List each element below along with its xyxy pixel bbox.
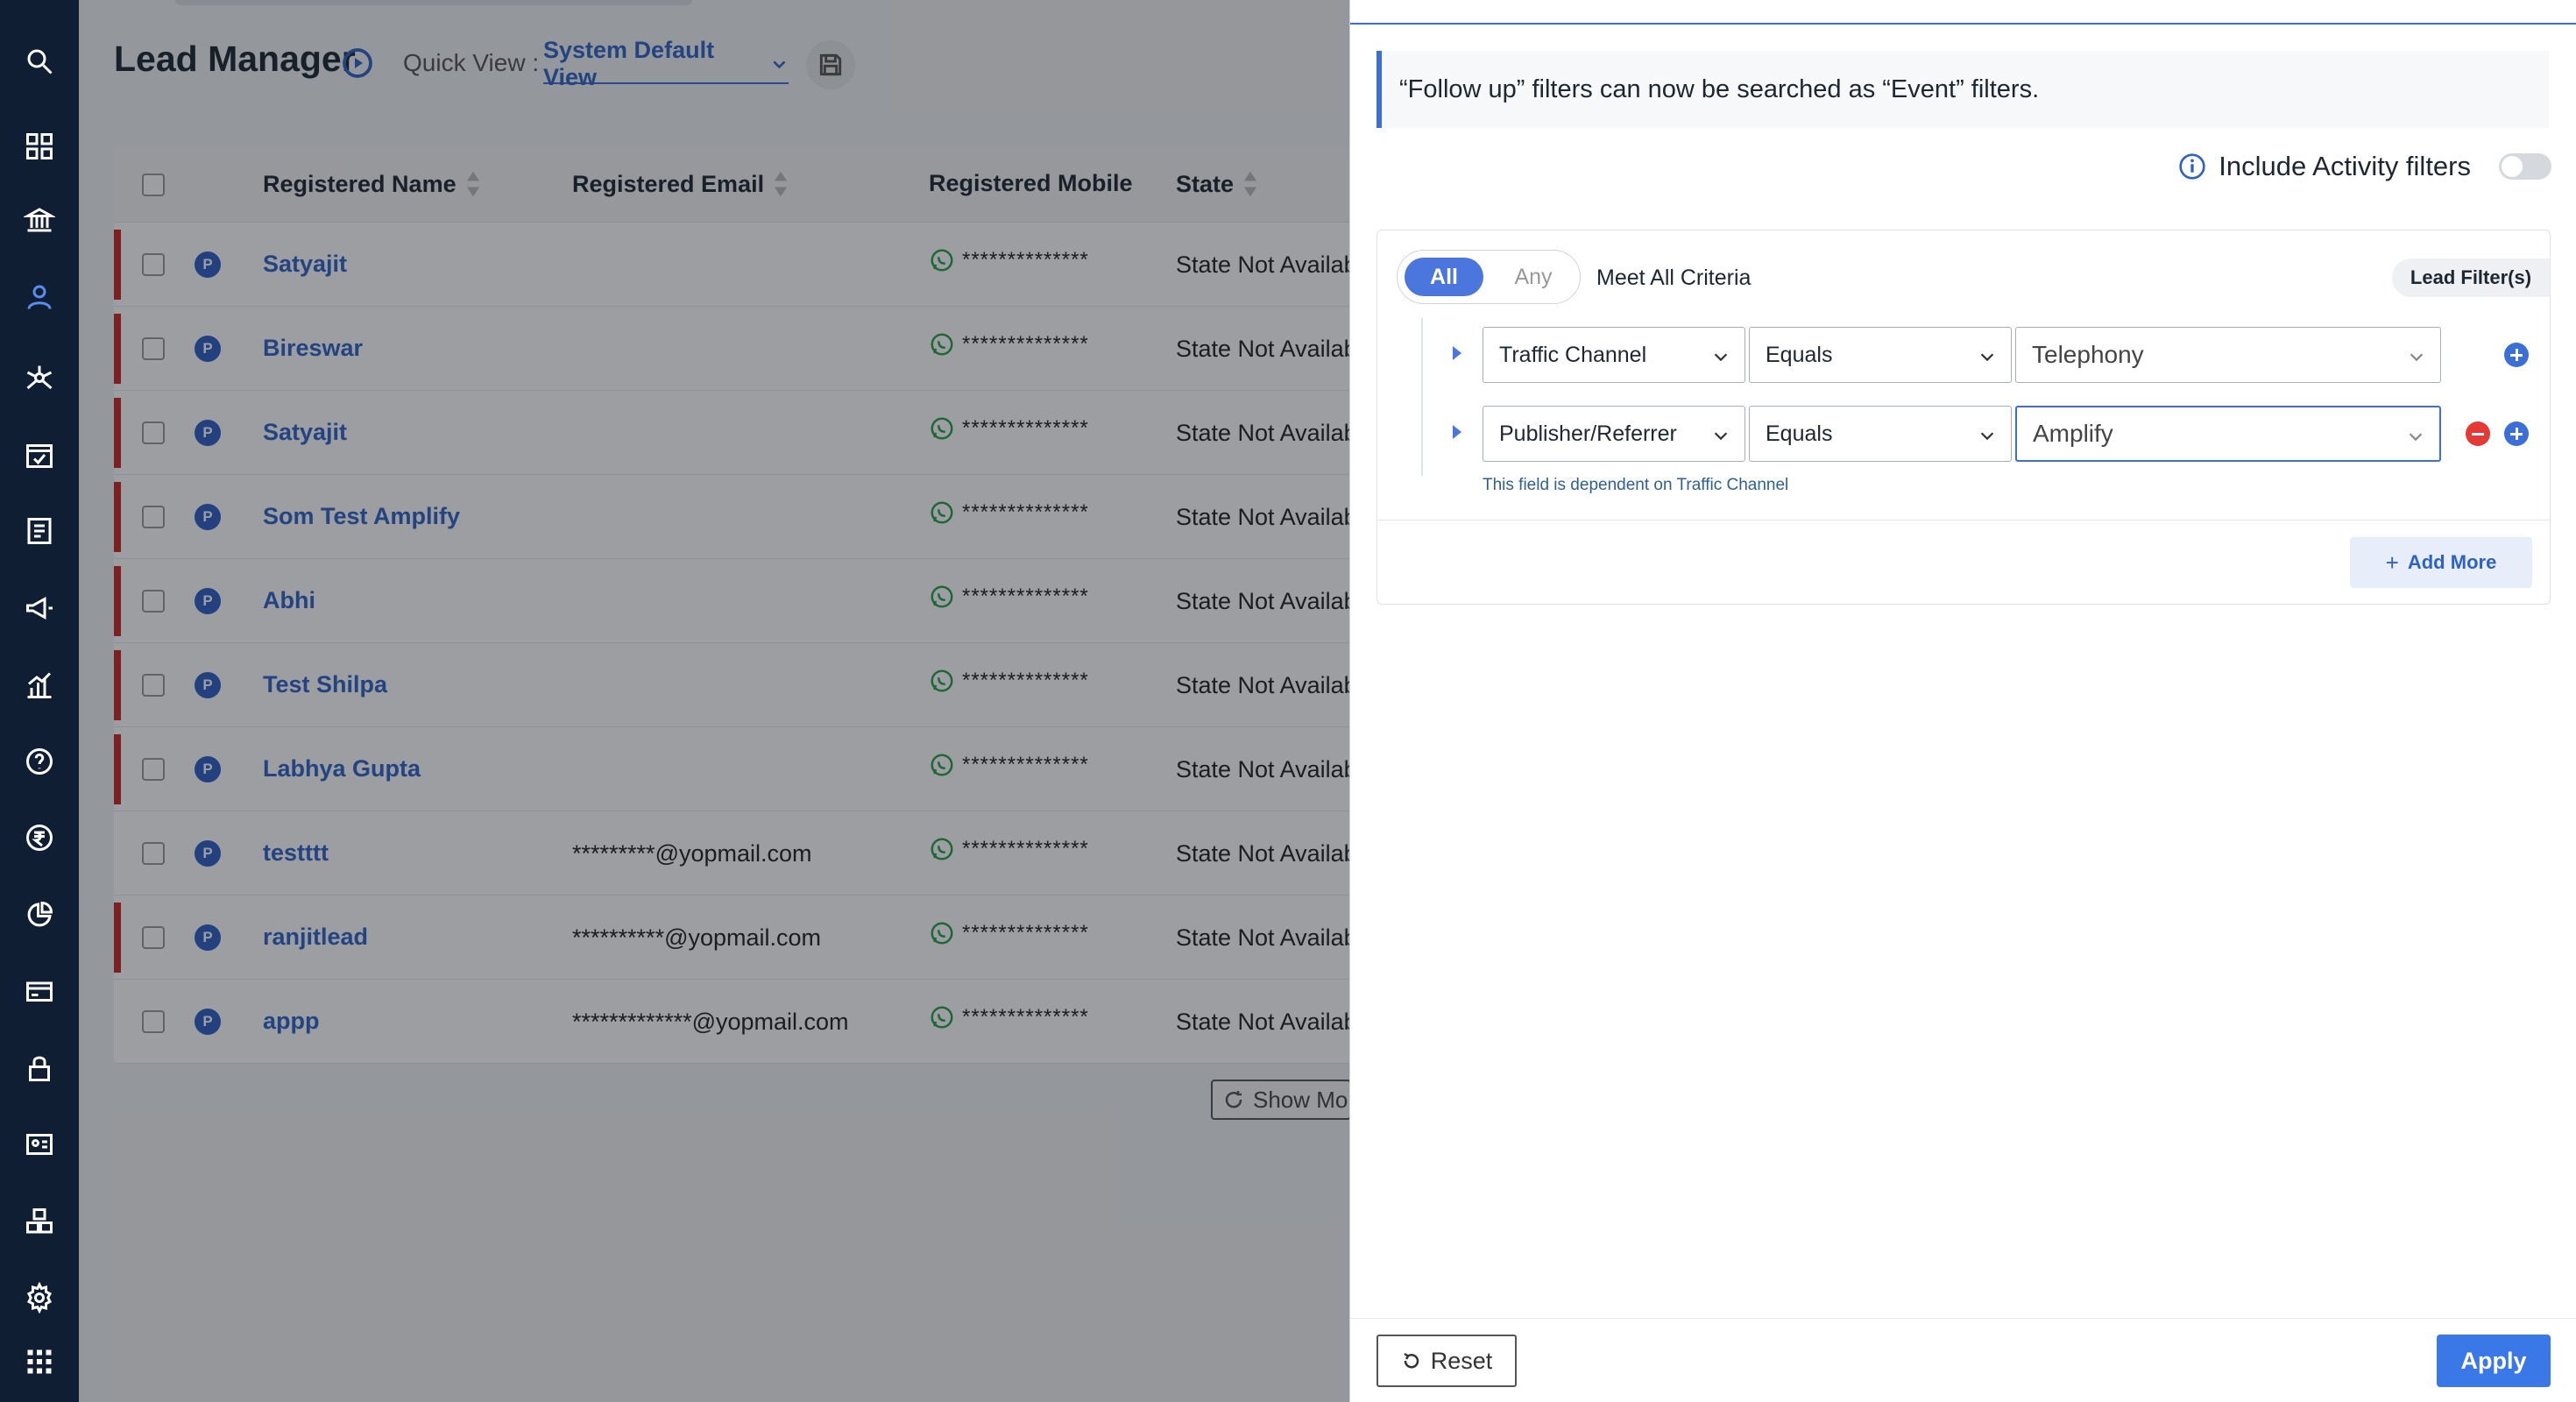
chevron-down-icon (1714, 353, 1728, 362)
panel-top-border (1350, 23, 2576, 25)
activity-filter-toggle[interactable] (2499, 153, 2551, 180)
chevron-down-icon (1714, 432, 1728, 441)
analytics-icon[interactable] (18, 664, 60, 706)
expand-caret-icon[interactable] (1453, 346, 1461, 360)
apps-grid-icon[interactable] (18, 1341, 60, 1383)
lead-filters-tab[interactable]: Lead Filter(s) (2392, 258, 2550, 297)
network-icon[interactable] (18, 357, 60, 399)
activity-filter-row: Include Activity filters (2178, 151, 2551, 182)
main-content: Lead Manager Quick View : System Default… (79, 0, 1428, 1402)
criteria-description: Meet All Criteria (1596, 266, 1752, 290)
help-icon[interactable] (18, 740, 60, 782)
card-icon[interactable] (18, 970, 60, 1012)
filter-field-select[interactable]: Publisher/Referrer (1483, 406, 1745, 462)
filter-value-select[interactable]: Amplify (2015, 406, 2441, 462)
add-condition-button[interactable] (2504, 343, 2529, 367)
gear-icon[interactable] (18, 1277, 60, 1319)
rupee-icon[interactable] (18, 817, 60, 859)
modal-backdrop[interactable] (79, 0, 1428, 1402)
undo-icon (1404, 1352, 1419, 1369)
criteria-box: All Any Meet All Criteria Lead Filter(s)… (1376, 230, 2551, 605)
toggle-knob (2502, 156, 2523, 177)
filter-operator-value: Equals (1766, 421, 1833, 446)
megaphone-icon[interactable] (18, 587, 60, 629)
bank-icon[interactable] (18, 199, 60, 241)
add-more-label: Add More (2407, 551, 2497, 573)
chevron-down-icon (1980, 432, 1994, 441)
match-any-option[interactable]: Any (1494, 258, 1573, 296)
filter-field-value: Traffic Channel (1499, 342, 1647, 367)
apply-button[interactable]: Apply (2437, 1335, 2551, 1387)
side-navigation (0, 0, 79, 1402)
lock-icon[interactable] (18, 1047, 60, 1089)
remove-condition-button[interactable] (2466, 421, 2490, 446)
cubes-icon[interactable] (18, 1200, 60, 1243)
filter-value: Telephony (2032, 341, 2144, 368)
reset-button[interactable]: Reset (1376, 1335, 1517, 1387)
plus-icon: + (2385, 549, 2399, 576)
report-icon[interactable] (18, 510, 60, 552)
add-more-button[interactable]: + Add More (2350, 537, 2532, 588)
chevron-down-icon (2409, 433, 2423, 442)
filter-operator-value: Equals (1766, 342, 1833, 367)
reset-label: Reset (1430, 1347, 1493, 1374)
filter-field-value: Publisher/Referrer (1499, 421, 1677, 446)
chevron-down-icon (2410, 353, 2424, 362)
id-card-icon[interactable] (18, 1123, 60, 1165)
activity-filter-label: Include Activity filters (2219, 151, 2471, 181)
filter-row: Publisher/Referrer Equals Amplify (1377, 406, 2551, 464)
filter-row: Traffic Channel Equals Telephony (1377, 327, 2551, 385)
notice-text: “Follow up” filters can now be searched … (1399, 74, 2040, 103)
info-icon[interactable] (2178, 152, 2206, 181)
add-condition-button[interactable] (2504, 421, 2529, 446)
expand-caret-icon[interactable] (1453, 425, 1461, 439)
user-icon[interactable] (18, 276, 60, 318)
filter-operator-select[interactable]: Equals (1749, 327, 2012, 383)
pie-chart-icon[interactable] (18, 894, 60, 936)
filter-value: Amplify (2033, 420, 2113, 447)
info-notice: “Follow up” filters can now be searched … (1376, 51, 2549, 128)
filter-field-select[interactable]: Traffic Channel (1483, 327, 1745, 383)
dashboard-icon[interactable] (18, 125, 60, 167)
filter-panel: “Follow up” filters can now be searched … (1349, 0, 2576, 1402)
match-mode-toggle: All Any (1397, 250, 1581, 304)
filter-operator-select[interactable]: Equals (1749, 406, 2012, 462)
panel-footer: Reset Apply (1350, 1318, 2576, 1402)
search-icon[interactable] (18, 40, 60, 82)
match-all-option[interactable]: All (1405, 258, 1483, 296)
calendar-check-icon[interactable] (18, 434, 60, 476)
chevron-down-icon (1980, 353, 1994, 362)
filter-value-select[interactable]: Telephony (2015, 327, 2441, 383)
dependency-note: This field is dependent on Traffic Chann… (1483, 476, 1789, 494)
